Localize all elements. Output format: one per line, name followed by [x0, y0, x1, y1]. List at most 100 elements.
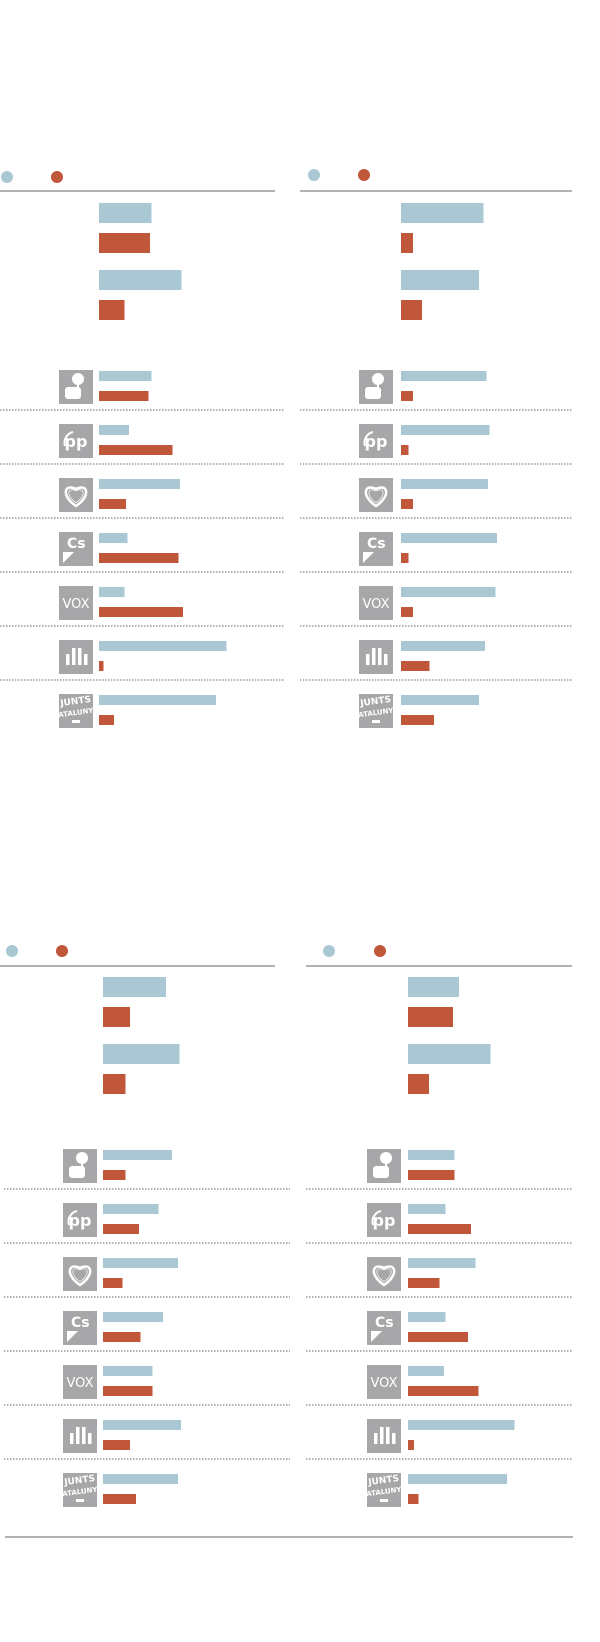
bar-junts-series-a: [401, 695, 479, 705]
bar-group-1-series-b: [99, 233, 150, 253]
junts-logo-icon: JUNTSCATALUNYA: [353, 694, 399, 728]
bar-cs-series-b: [401, 553, 409, 563]
bar-rose-fist-series-a: [408, 1150, 455, 1160]
legend-dot-series-b: [374, 945, 386, 957]
cs-logo-icon: Cs: [59, 532, 93, 566]
bar-heart-series-b: [401, 499, 413, 509]
bar-group-1-series-b: [103, 1007, 130, 1027]
bar-vox-series-b: [99, 607, 183, 617]
bar-vox-series-b: [401, 607, 413, 617]
bar-rose-fist-series-b: [401, 391, 413, 401]
pp-logo-icon: pp: [59, 424, 93, 458]
bar-vox-series-a: [401, 587, 496, 597]
bar-erc-series-b: [99, 661, 104, 671]
heart-logo-icon: [359, 478, 393, 512]
junts-logo-icon: JUNTSCATALUNYA: [361, 1473, 407, 1507]
svg-text:Cs: Cs: [367, 536, 386, 552]
vox-logo-icon: VOX: [359, 586, 393, 620]
bar-pp-series-b: [103, 1224, 139, 1234]
vox-logo-icon: VOX: [367, 1365, 401, 1399]
chart-panel-top-left: pp Cs VOX JUNTSCATALUNYA: [0, 171, 285, 728]
bar-erc-series-b: [103, 1440, 130, 1450]
bar-cs-series-a: [103, 1312, 163, 1322]
erc-logo-icon: [59, 640, 93, 674]
bar-rose-fist-series-b: [99, 391, 149, 401]
rose-fist-icon: [359, 370, 393, 404]
bar-rose-fist-series-b: [408, 1170, 455, 1180]
pp-logo-icon: pp: [63, 1203, 97, 1237]
bar-erc-series-b: [408, 1440, 414, 1450]
bar-heart-series-a: [408, 1258, 476, 1268]
bar-junts-series-a: [408, 1474, 507, 1484]
bar-rose-fist-series-a: [103, 1150, 172, 1160]
bar-vox-series-b: [103, 1386, 153, 1396]
chart-panel-bottom-left: pp Cs VOX JUNTSCATALUNYA: [0, 945, 290, 1507]
bar-junts-series-a: [99, 695, 216, 705]
bar-pp-series-a: [103, 1204, 159, 1214]
bar-group-2-series-b: [408, 1074, 429, 1094]
bar-rose-fist-series-a: [401, 371, 487, 381]
legend-dot-series-a: [308, 169, 320, 181]
chart-panel-top-right: pp Cs VOX JUNTSCATALUNYA: [300, 169, 573, 728]
bar-group-1-series-a: [99, 203, 152, 223]
bar-cs-series-b: [103, 1332, 141, 1342]
legend-dot-series-a: [6, 945, 18, 957]
svg-text:VOX: VOX: [363, 597, 390, 612]
bar-junts-series-a: [103, 1474, 178, 1484]
bar-group-2-series-a: [99, 270, 182, 290]
rose-fist-icon: [63, 1149, 97, 1183]
bar-cs-series-a: [99, 533, 128, 543]
erc-logo-icon: [63, 1419, 97, 1453]
bar-erc-series-a: [401, 641, 485, 651]
bar-cs-series-a: [401, 533, 497, 543]
bar-group-1-series-b: [408, 1007, 453, 1027]
bar-erc-series-a: [99, 641, 227, 651]
pp-logo-icon: pp: [359, 424, 393, 458]
cs-logo-icon: Cs: [367, 1311, 401, 1345]
bar-heart-series-b: [408, 1278, 440, 1288]
legend-dot-series-b: [358, 169, 370, 181]
bar-heart-series-b: [103, 1278, 123, 1288]
chart-canvas: pp Cs VOX JUNTSCATALUNYA pp Cs VOX JUNTSCATALUN…: [0, 169, 573, 1538]
bar-rose-fist-series-a: [99, 371, 152, 381]
bar-vox-series-a: [103, 1366, 153, 1376]
bar-heart-series-a: [401, 479, 488, 489]
junts-logo-icon: JUNTSCATALUNYA: [53, 694, 99, 728]
bar-cs-series-b: [408, 1332, 468, 1342]
bar-group-1-series-a: [103, 977, 166, 997]
vox-logo-icon: VOX: [63, 1365, 97, 1399]
bar-heart-series-a: [99, 479, 180, 489]
legend-dot-series-b: [51, 171, 63, 183]
bar-vox-series-a: [408, 1366, 444, 1376]
bar-junts-series-b: [103, 1494, 136, 1504]
bar-junts-series-b: [401, 715, 434, 725]
bar-group-2-series-a: [408, 1044, 491, 1064]
bar-group-2-series-a: [103, 1044, 180, 1064]
bar-group-2-series-b: [103, 1074, 126, 1094]
cs-logo-icon: Cs: [359, 532, 393, 566]
bar-cs-series-b: [99, 553, 179, 563]
legend-dot-series-b: [56, 945, 68, 957]
bar-vox-series-b: [408, 1386, 479, 1396]
bar-vox-series-a: [99, 587, 125, 597]
svg-text:Cs: Cs: [67, 536, 86, 552]
chart-panel-bottom-right: pp Cs VOX JUNTSCATALUNYA: [306, 945, 573, 1507]
bar-group-1-series-b: [401, 233, 413, 253]
svg-text:Cs: Cs: [375, 1315, 394, 1331]
bar-pp-series-b: [401, 445, 409, 455]
bar-group-2-series-b: [401, 300, 422, 320]
bar-group-1-series-a: [408, 977, 459, 997]
bar-group-2-series-a: [401, 270, 479, 290]
bar-pp-series-b: [408, 1224, 471, 1234]
junts-logo-icon: JUNTSCATALUNYA: [57, 1473, 103, 1507]
bar-pp-series-a: [99, 425, 129, 435]
heart-logo-icon: [63, 1257, 97, 1291]
svg-text:VOX: VOX: [67, 1376, 94, 1391]
svg-text:VOX: VOX: [371, 1376, 398, 1391]
svg-text:VOX: VOX: [63, 597, 90, 612]
bar-junts-series-b: [408, 1494, 419, 1504]
heart-logo-icon: [59, 478, 93, 512]
legend-dot-series-a: [323, 945, 335, 957]
bar-erc-series-a: [408, 1420, 515, 1430]
legend-dot-series-a: [1, 171, 13, 183]
